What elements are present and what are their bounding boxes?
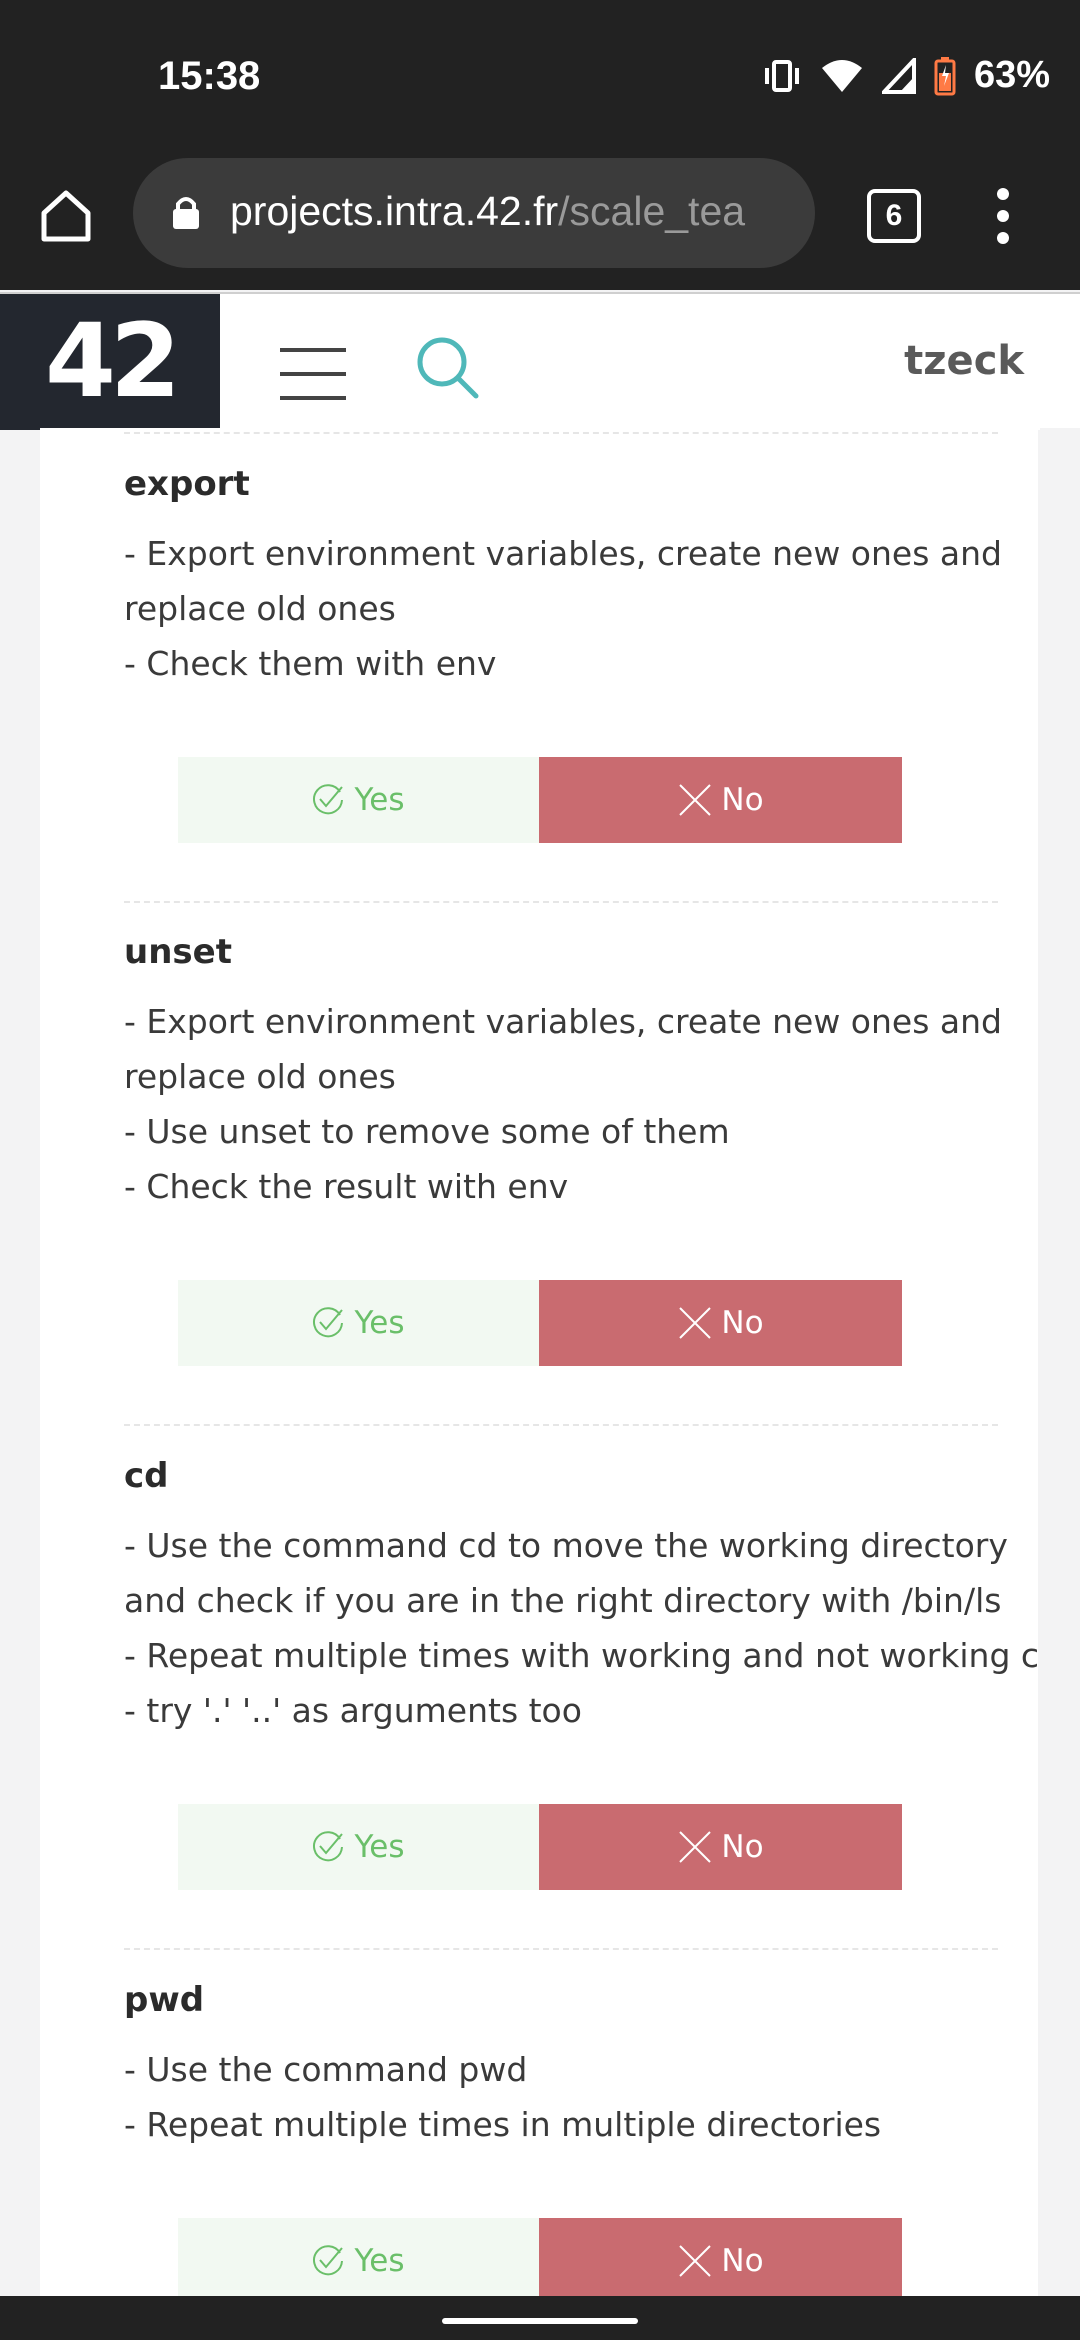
yes-label: Yes <box>354 782 405 818</box>
wifi-icon <box>821 59 862 92</box>
section-description: - Use the command cd to move the working… <box>124 1518 1038 1738</box>
battery-percent: 63% <box>973 54 1050 96</box>
tab-switcher-button[interactable]: 6 <box>867 189 921 243</box>
check-icon <box>313 784 344 815</box>
section-title: export <box>124 464 250 504</box>
yes-button[interactable]: Yes <box>178 757 539 843</box>
close-icon <box>679 784 712 816</box>
no-button[interactable]: No <box>539 1804 902 1890</box>
description-line: - Check the result with env <box>124 1167 569 1206</box>
answer-buttons: Yes No <box>178 1280 902 1366</box>
section-description: - Use the command pwd - Repeat multiple … <box>124 2042 998 2152</box>
url-path: /scale_tea <box>558 188 746 234</box>
description-line: - Export environment variables, create n… <box>124 534 1002 573</box>
page-gutter <box>1040 428 1080 2296</box>
check-icon <box>313 1307 344 1338</box>
yes-label: Yes <box>354 2243 405 2279</box>
no-label: No <box>721 1305 764 1341</box>
description-line: replace old ones <box>124 1057 396 1096</box>
yes-label: Yes <box>354 1829 405 1865</box>
description-line: and check if you are in the right direct… <box>124 1581 1002 1620</box>
divider <box>124 1948 998 1950</box>
no-button[interactable]: No <box>539 1280 902 1366</box>
answer-buttons: Yes No <box>178 757 902 843</box>
username-link[interactable]: tzeck <box>904 338 1024 384</box>
check-icon <box>313 2245 344 2276</box>
vibrate-icon <box>764 59 799 92</box>
yes-button[interactable]: Yes <box>178 2218 539 2296</box>
logo[interactable]: 42 <box>0 294 220 430</box>
answer-buttons: Yes No <box>178 2218 902 2296</box>
status-bar: 15:38 63% <box>0 0 1080 150</box>
overflow-menu-icon[interactable] <box>993 188 1013 248</box>
section-description: - Export environment variables, create n… <box>124 994 1002 1214</box>
no-label: No <box>721 782 764 818</box>
status-icons: 63% <box>762 54 1050 97</box>
close-icon <box>679 2245 712 2277</box>
lock-icon <box>173 197 199 229</box>
yes-button[interactable]: Yes <box>178 1804 539 1890</box>
no-button[interactable]: No <box>539 757 902 843</box>
section-pwd: pwd - Use the command pwd - Repeat multi… <box>124 1980 998 2152</box>
divider <box>124 432 998 434</box>
section-unset: unset - Export environment variables, cr… <box>124 932 1002 1214</box>
close-icon <box>679 1831 712 1863</box>
description-line: - try '.' '..' as arguments too <box>124 1691 582 1730</box>
section-description: - Export environment variables, create n… <box>124 526 1002 691</box>
description-line: - Repeat multiple times in multiple dire… <box>124 2105 882 2144</box>
gesture-handle[interactable] <box>442 2318 638 2324</box>
description-line: - Use the command pwd <box>124 2050 528 2089</box>
check-icon <box>313 1831 344 1862</box>
no-button[interactable]: No <box>539 2218 902 2296</box>
divider <box>124 1424 998 1426</box>
navigation-bar <box>0 2296 1080 2340</box>
url-host: projects.intra.42.fr <box>230 188 559 234</box>
description-line: - Use the command cd to move the working… <box>124 1526 1008 1565</box>
yes-button[interactable]: Yes <box>178 1280 539 1366</box>
description-line: - Export environment variables, create n… <box>124 1002 1002 1041</box>
close-icon <box>679 1307 712 1339</box>
section-title: pwd <box>124 1980 205 2020</box>
search-icon[interactable] <box>412 332 482 402</box>
home-icon[interactable] <box>36 185 96 245</box>
description-line: replace old ones <box>124 589 396 628</box>
divider <box>124 901 998 903</box>
status-time: 15:38 <box>158 54 261 98</box>
app-header: 42 tzeck <box>0 292 1080 430</box>
description-line: - Repeat multiple times with working and… <box>124 1636 1038 1675</box>
section-title: unset <box>124 932 232 972</box>
description-line: - Check them with env <box>124 644 497 683</box>
battery-icon <box>934 56 956 95</box>
yes-label: Yes <box>354 1305 405 1341</box>
no-label: No <box>721 1829 764 1865</box>
answer-buttons: Yes No <box>178 1804 902 1890</box>
section-export: export - Export environment variables, c… <box>124 464 1002 691</box>
no-label: No <box>721 2243 764 2279</box>
browser-toolbar: projects.intra.42.fr/scale_tea 6 <box>0 150 1080 290</box>
section-title: cd <box>124 1456 169 1496</box>
section-cd: cd - Use the command cd to move the work… <box>124 1456 1038 1738</box>
signal-icon <box>881 57 916 94</box>
description-line: - Use unset to remove some of them <box>124 1112 730 1151</box>
scale-content: export - Export environment variables, c… <box>40 428 1038 2296</box>
url-bar[interactable]: projects.intra.42.fr/scale_tea <box>133 158 815 268</box>
hamburger-menu-icon[interactable] <box>280 348 346 420</box>
url-text[interactable]: projects.intra.42.fr/scale_tea <box>230 188 745 235</box>
